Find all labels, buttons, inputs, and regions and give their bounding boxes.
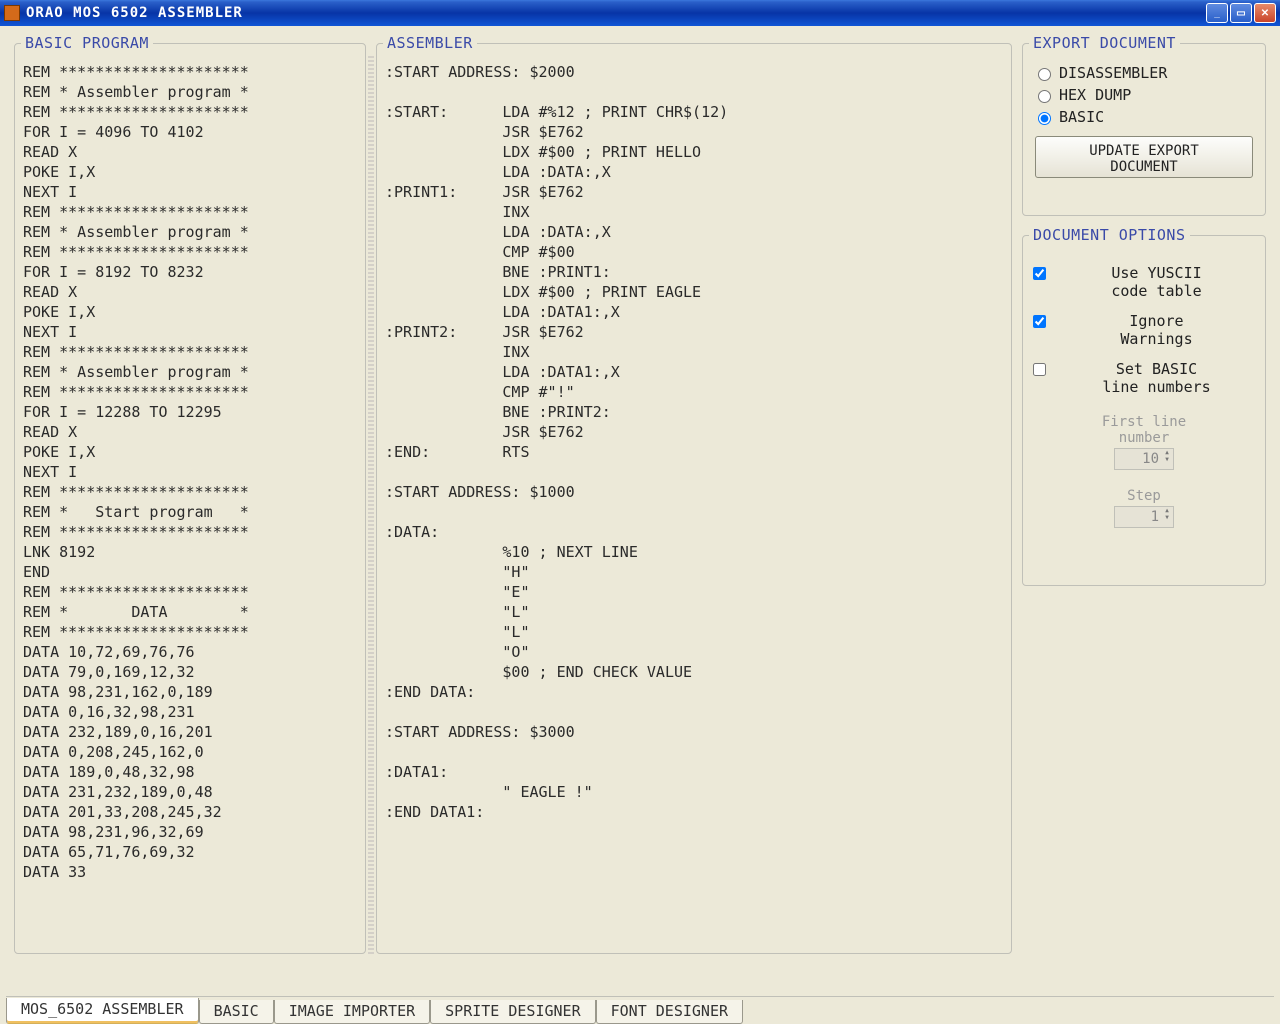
basic-program-legend: BASIC PROGRAM [21,34,153,52]
export-hexdump-label: HEX DUMP [1059,86,1131,104]
document-options-panel: DOCUMENT OPTIONS Use YUSCII code table I… [1022,226,1266,586]
spinner-icon: ▲▼ [1162,507,1172,521]
bottom-tabstrip: MOS_6502 ASSEMBLERBASICIMAGE IMPORTERSPR… [6,996,1274,1024]
tab-basic[interactable]: BASIC [199,1000,274,1024]
window-title: ORAO MOS 6502 ASSEMBLER [26,5,1206,21]
use-yuscii-label: Use YUSCII code table [1054,264,1259,300]
export-document-legend: EXPORT DOCUMENT [1029,34,1180,52]
document-options-legend: DOCUMENT OPTIONS [1029,226,1190,244]
assembler-legend: ASSEMBLER [383,34,477,52]
use-yuscii-checkbox[interactable] [1033,267,1046,280]
update-export-button[interactable]: UPDATE EXPORT DOCUMENT [1035,136,1253,178]
set-basic-linenumbers-checkbox[interactable] [1033,363,1046,376]
tab-mos-6502-assembler[interactable]: MOS_6502 ASSEMBLER [6,998,199,1024]
tab-font-designer[interactable]: FONT DESIGNER [596,1000,743,1024]
vertical-splitter[interactable] [368,56,374,956]
export-disassembler-label: DISASSEMBLER [1059,64,1167,82]
export-basic-label: BASIC [1059,108,1104,126]
basic-code-area[interactable] [21,60,359,940]
export-disassembler-radio[interactable] [1038,68,1051,81]
basic-program-panel: BASIC PROGRAM [14,34,366,954]
set-basic-linenumbers-label: Set BASIC line numbers [1054,360,1259,396]
tab-image-importer[interactable]: IMAGE IMPORTER [274,1000,430,1024]
export-basic-radio[interactable] [1038,112,1051,125]
assembler-panel: ASSEMBLER [376,34,1012,954]
ignore-warnings-checkbox[interactable] [1033,315,1046,328]
ignore-warnings-label: Ignore Warnings [1054,312,1259,348]
spinner-icon: ▲▼ [1162,449,1172,463]
assembler-code-area[interactable] [383,60,1005,940]
maximize-button[interactable]: ▭ [1230,3,1252,23]
close-button[interactable]: ✕ [1254,3,1276,23]
first-line-number-label: First line number [1029,414,1259,446]
export-hexdump-radio[interactable] [1038,90,1051,103]
step-label: Step [1029,488,1259,504]
export-document-panel: EXPORT DOCUMENT DISASSEMBLER HEX DUMP BA… [1022,34,1266,216]
window-titlebar: ORAO MOS 6502 ASSEMBLER _ ▭ ✕ [0,0,1280,26]
tab-sprite-designer[interactable]: SPRITE DESIGNER [430,1000,595,1024]
workspace: BASIC PROGRAM ASSEMBLER EXPORT DOCUMENT … [0,26,1280,960]
app-icon [4,5,20,21]
minimize-button[interactable]: _ [1206,3,1228,23]
